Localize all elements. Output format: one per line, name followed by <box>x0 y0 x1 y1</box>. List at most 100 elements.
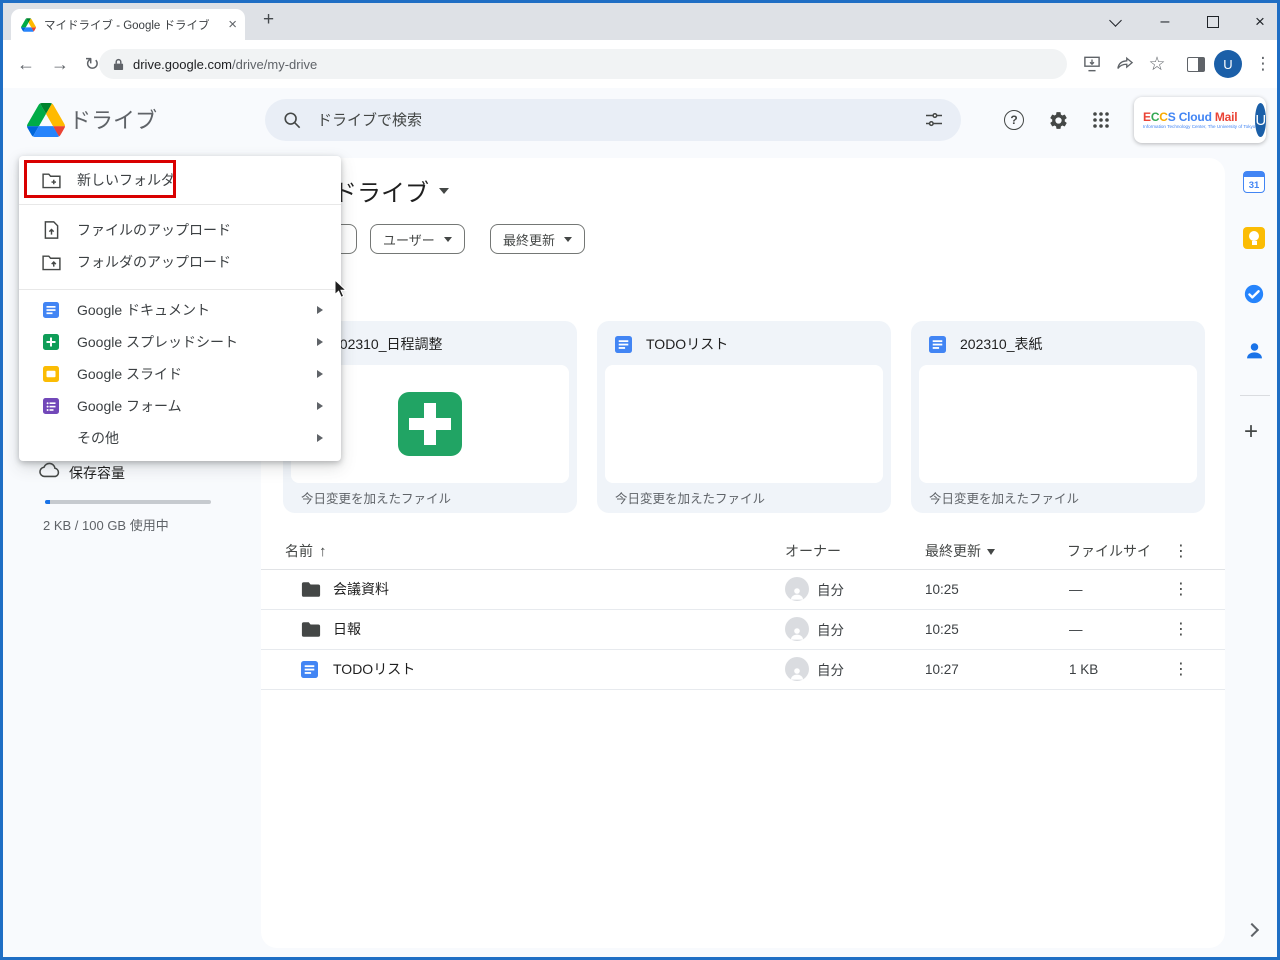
url-text: drive.google.com/drive/my-drive <box>133 57 317 72</box>
cloud-storage-icon <box>39 462 61 478</box>
keep-icon[interactable] <box>1241 225 1267 251</box>
maximize-button[interactable] <box>1196 3 1230 40</box>
close-window-button[interactable]: × <box>1243 3 1277 40</box>
browser-menu-icon[interactable]: ⋮ <box>1248 40 1278 88</box>
sheets-logo-large <box>398 392 462 456</box>
tab-search-icon[interactable] <box>1098 3 1132 40</box>
file-preview <box>605 365 883 483</box>
eccs-logo: ECCS Cloud Mail Information Technology C… <box>1143 111 1255 129</box>
menu-item-google-slides[interactable]: Google スライド <box>19 356 341 392</box>
file-card[interactable]: TODOリスト 今日変更を加えたファイル <box>597 321 891 513</box>
forward-button[interactable]: → <box>45 40 75 88</box>
back-button[interactable]: ← <box>11 40 41 88</box>
search-bar[interactable] <box>265 99 961 141</box>
submenu-arrow-icon <box>317 402 327 410</box>
calendar-icon[interactable]: 31 <box>1241 169 1267 195</box>
docs-file-icon <box>301 649 318 689</box>
new-menu: 新しいフォルダ ファイルのアップロード フォルダのアップロード <box>19 156 341 461</box>
main-content-panel: マイドライブ 種類 ユーザー 最終更新 202310_日程調整 今日変更を加えた… <box>261 158 1225 948</box>
column-owner[interactable]: オーナー <box>785 541 841 561</box>
filter-chip-modified[interactable]: 最終更新 <box>490 224 585 254</box>
owner-avatar <box>785 609 809 649</box>
modified-time: 10:27 <box>925 649 959 689</box>
menu-item-more[interactable]: その他 <box>19 420 341 456</box>
owner-name: 自分 <box>817 569 844 609</box>
card-reason: 今日変更を加えたファイル <box>615 488 765 507</box>
sort-down-icon <box>987 549 995 559</box>
app-name: ドライブ <box>69 103 157 135</box>
browser-window: マイドライブ - Google ドライブ × + – × ← → ↻ drive… <box>0 0 1280 960</box>
strip-divider <box>1240 395 1270 396</box>
drive-header: ドライブ ? <box>3 88 1277 153</box>
browser-tab[interactable]: マイドライブ - Google ドライブ × <box>11 9 245 40</box>
row-more-icon[interactable]: ⋮ <box>1173 609 1189 649</box>
file-size: — <box>1069 569 1083 609</box>
docs-icon <box>41 302 61 318</box>
drive-favicon-icon <box>21 18 36 32</box>
table-row[interactable]: TODOリスト 自分 10:27 1 KB ⋮ <box>261 649 1225 690</box>
submenu-arrow-icon <box>317 338 327 346</box>
search-icon <box>283 111 301 129</box>
table-header: 名前 ↑ オーナー 最終更新 ファイルサイ ⋮ <box>261 533 1225 570</box>
row-more-icon[interactable]: ⋮ <box>1173 649 1189 689</box>
minimize-button[interactable]: – <box>1148 3 1182 40</box>
menu-item-google-sheets[interactable]: Google スプレッドシート <box>19 324 341 360</box>
file-name: TODOリスト <box>333 649 415 689</box>
tab-title: マイドライブ - Google ドライブ <box>44 17 228 33</box>
search-input[interactable] <box>315 111 911 130</box>
browser-profile-avatar[interactable]: U <box>1214 50 1242 78</box>
address-bar[interactable]: drive.google.com/drive/my-drive <box>99 49 1067 79</box>
folder-upload-icon <box>41 254 61 271</box>
file-name: 日報 <box>333 609 361 649</box>
browser-titlebar: マイドライブ - Google ドライブ × + – × <box>3 3 1277 40</box>
header-more-icon[interactable]: ⋮ <box>1173 541 1189 561</box>
filter-chip-user[interactable]: ユーザー <box>370 224 465 254</box>
search-options-icon[interactable] <box>925 112 943 128</box>
column-size[interactable]: ファイルサイ <box>1067 541 1151 561</box>
owner-name: 自分 <box>817 609 844 649</box>
menu-item-file-upload[interactable]: ファイルのアップロード <box>19 212 341 248</box>
menu-divider <box>19 289 341 290</box>
menu-item-google-docs[interactable]: Google ドキュメント <box>19 292 341 328</box>
menu-item-folder-upload[interactable]: フォルダのアップロード <box>19 244 341 280</box>
side-panel-icon[interactable] <box>1181 40 1211 88</box>
column-modified[interactable]: 最終更新 <box>925 541 995 561</box>
column-name[interactable]: 名前 ↑ <box>285 541 327 561</box>
drive-logo-icon[interactable] <box>27 103 65 137</box>
install-app-icon[interactable] <box>1077 40 1107 88</box>
sort-up-icon: ↑ <box>319 543 327 560</box>
docs-file-icon <box>929 336 946 353</box>
bookmark-star-icon[interactable]: ☆ <box>1142 40 1172 88</box>
owner-avatar <box>785 649 809 689</box>
folder-icon <box>301 569 321 609</box>
file-size: — <box>1069 609 1083 649</box>
share-icon[interactable] <box>1110 40 1140 88</box>
tab-close-icon[interactable]: × <box>228 17 237 32</box>
menu-divider <box>19 204 341 205</box>
title-dropdown-icon[interactable] <box>439 188 449 199</box>
storage-usage: 2 KB / 100 GB 使用中 <box>43 515 169 534</box>
lock-icon <box>113 58 124 71</box>
file-name: 会議資料 <box>333 569 389 609</box>
file-upload-icon <box>41 221 61 239</box>
apps-grid-icon[interactable] <box>1087 106 1115 134</box>
submenu-arrow-icon <box>317 370 327 378</box>
tasks-icon[interactable] <box>1241 281 1267 307</box>
drive-profile-avatar[interactable]: U <box>1255 103 1266 137</box>
submenu-arrow-icon <box>317 434 327 442</box>
get-addons-icon[interactable]: + <box>1244 418 1258 446</box>
settings-gear-icon[interactable] <box>1044 106 1072 134</box>
modified-time: 10:25 <box>925 609 959 649</box>
help-icon[interactable]: ? <box>1000 106 1028 134</box>
menu-item-google-forms[interactable]: Google フォーム <box>19 388 341 424</box>
storage-label[interactable]: 保存容量 <box>69 463 125 483</box>
account-button[interactable]: ECCS Cloud Mail Information Technology C… <box>1134 97 1266 143</box>
contacts-icon[interactable] <box>1241 337 1267 363</box>
table-row[interactable]: 日報 自分 10:25 — ⋮ <box>261 609 1225 650</box>
table-row[interactable]: 会議資料 自分 10:25 — ⋮ <box>261 569 1225 610</box>
card-reason: 今日変更を加えたファイル <box>301 488 451 507</box>
forms-icon <box>41 398 61 414</box>
new-tab-button[interactable]: + <box>263 9 274 31</box>
file-card[interactable]: 202310_表紙 今日変更を加えたファイル <box>911 321 1205 513</box>
row-more-icon[interactable]: ⋮ <box>1173 569 1189 609</box>
